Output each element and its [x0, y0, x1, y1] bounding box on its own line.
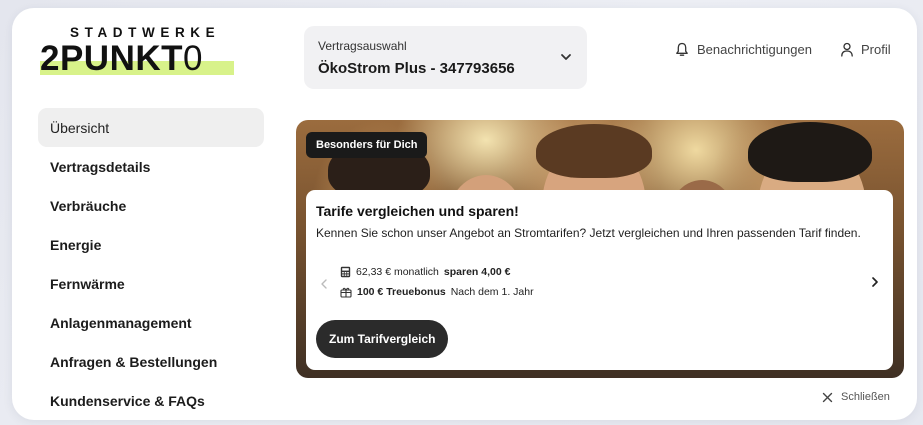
gift-icon — [340, 286, 352, 298]
promo-bonus: 100 € Treuebonus — [357, 286, 446, 298]
promo-line-bonus: 100 € Treuebonus Nach dem 1. Jahr — [340, 286, 534, 298]
contract-select[interactable]: Vertragsauswahl ÖkoStrom Plus - 34779365… — [304, 26, 587, 89]
person-hair-5 — [748, 122, 872, 182]
sidebar-item-energie[interactable]: Energie — [38, 225, 264, 264]
profile-label: Profil — [861, 42, 891, 57]
tarifvergleich-button[interactable]: Zum Tarifvergleich — [316, 320, 449, 358]
promo-bonus-note: Nach dem 1. Jahr — [450, 286, 534, 298]
close-label: Schließen — [841, 391, 890, 403]
sidebar-item-vertragsdetails[interactable]: Vertragsdetails — [38, 147, 264, 186]
person-hair-3 — [536, 124, 652, 178]
logo-top-text: STADTWERKE — [70, 25, 221, 40]
promo-description: Kennen Sie schon unser Angebot an Stromt… — [316, 226, 861, 240]
main-card: STADTWERKE 2PUNKT0 Vertragsauswahl ÖkoSt… — [12, 8, 917, 420]
promo-card: Tarife vergleichen und sparen! Kennen Si… — [306, 190, 893, 370]
promo-line-price: 62,33 € monatlich sparen 4,00 € — [340, 266, 510, 278]
user-icon — [840, 42, 854, 57]
stadtwerke-logo[interactable]: STADTWERKE 2PUNKT0 — [40, 25, 240, 87]
promo-price: 62,33 € monatlich — [356, 266, 439, 278]
notifications-button[interactable]: Benachrichtigungen — [675, 42, 812, 57]
calculator-icon — [340, 266, 351, 278]
promo-title: Tarife vergleichen und sparen! — [316, 203, 519, 219]
contract-select-value: ÖkoStrom Plus - 347793656 — [318, 60, 515, 77]
sidebar-nav: Übersicht Vertragsdetails Verbräuche Ene… — [38, 108, 264, 420]
sidebar-item-kundenservice-faqs[interactable]: Kundenservice & FAQs — [38, 381, 264, 420]
chevron-right-icon[interactable] — [871, 276, 879, 288]
notifications-label: Benachrichtigungen — [697, 42, 812, 57]
sidebar-item-uebersicht[interactable]: Übersicht — [38, 108, 264, 147]
logo-main-part-a: 2PUNKT — [40, 39, 184, 78]
sidebar-item-verbraeuche[interactable]: Verbräuche — [38, 186, 264, 225]
bell-icon — [675, 42, 689, 57]
close-icon — [822, 392, 833, 403]
promo-badge: Besonders für Dich — [306, 132, 428, 158]
promo-banner: Besonders für Dich Tarife vergleichen un… — [296, 120, 904, 378]
logo-main-text: 2PUNKT0 — [40, 39, 203, 79]
promo-savings: sparen 4,00 € — [443, 266, 511, 278]
close-button[interactable]: Schließen — [822, 391, 890, 403]
profile-button[interactable]: Profil — [840, 42, 891, 57]
sidebar-item-anlagenmanagement[interactable]: Anlagenmanagement — [38, 303, 264, 342]
sidebar-item-fernwaerme[interactable]: Fernwärme — [38, 264, 264, 303]
contract-select-label: Vertragsauswahl — [318, 39, 407, 53]
chevron-left-icon[interactable] — [320, 278, 328, 290]
chevron-down-icon — [559, 50, 573, 64]
sidebar-item-anfragen-bestellungen[interactable]: Anfragen & Bestellungen — [38, 342, 264, 381]
logo-main-part-b: 0 — [183, 39, 203, 78]
